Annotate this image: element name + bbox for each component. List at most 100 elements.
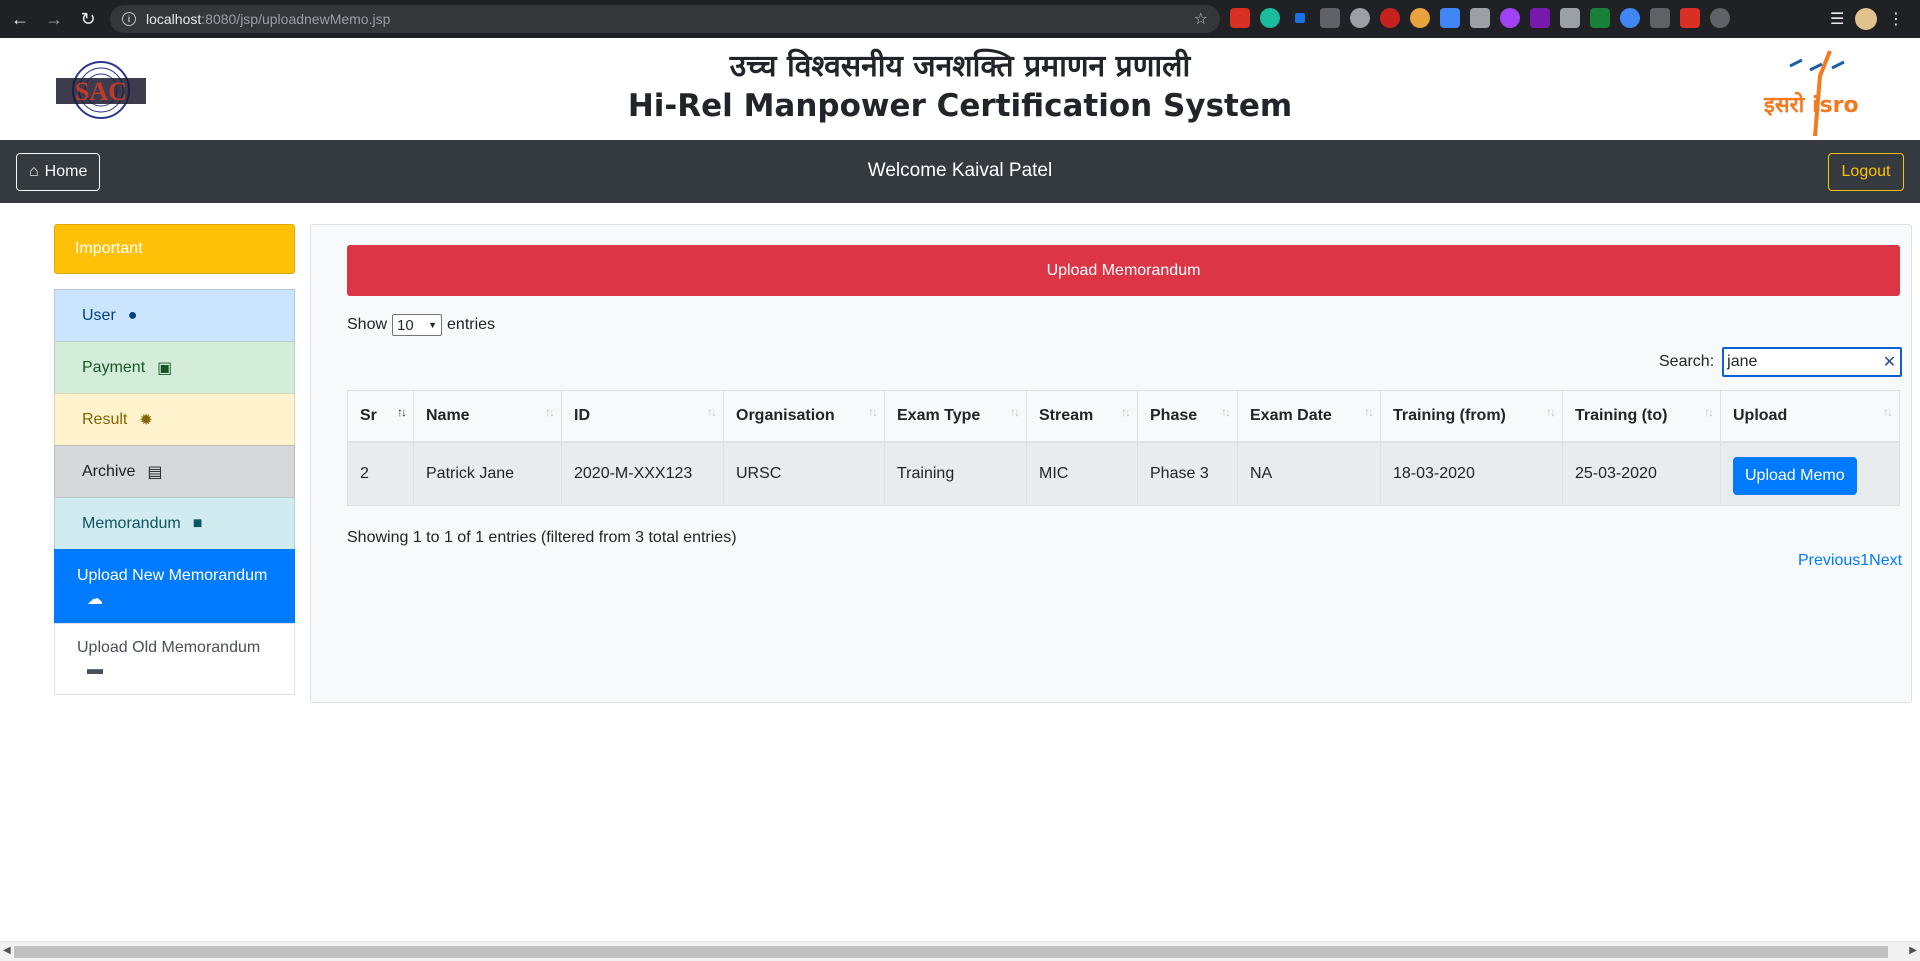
extension-icon[interactable]	[1320, 8, 1340, 28]
bookmark-star-icon[interactable]: ☆	[1194, 9, 1208, 29]
address-bar[interactable]: i localhost:8080/jsp/uploadnewMemo.jsp ☆	[110, 5, 1220, 33]
sticky-note-icon: ■	[192, 514, 203, 532]
sort-icon: ↑↓	[1121, 405, 1131, 419]
sidebar-item-archive[interactable]: Archive ▤	[54, 445, 295, 498]
important-button[interactable]: Important	[54, 224, 295, 274]
extension-icon[interactable]	[1710, 8, 1730, 28]
column-header-training-from[interactable]: Training (from) ↑↓	[1380, 390, 1563, 443]
extension-icon[interactable]	[1620, 8, 1640, 28]
sidebar-item-label: Archive	[82, 462, 136, 480]
sidebar-item-label: Upload New Memorandum	[77, 567, 268, 584]
chevron-down-icon: ▼	[428, 320, 438, 330]
memo-table: Sr ↑↓ Name ↑↓ ID ↑↓ Organisation ↑↓ Exam Typ…	[347, 390, 1900, 506]
archive-icon: ▤	[147, 463, 163, 481]
sort-icon: ↑↓	[397, 405, 407, 419]
sort-icon: ↑↓	[707, 405, 717, 419]
extension-icon[interactable]	[1650, 8, 1670, 28]
cloud-upload-icon: ☁	[87, 591, 103, 608]
extension-icon[interactable]	[1230, 8, 1250, 28]
page-length-value: 10	[397, 316, 414, 334]
upload-memorandum-banner: Upload Memorandum	[347, 245, 1900, 296]
menu-kebab-icon[interactable]: ⋮	[1888, 9, 1904, 29]
cell-name: Patrick Jane	[413, 441, 562, 506]
extension-icon[interactable]	[1295, 13, 1305, 23]
table-row: 2 Patrick Jane 2020-M-XXX123 URSC Traini…	[347, 441, 1900, 506]
page-length-select[interactable]: 10 ▼	[392, 314, 443, 336]
media-control-icon[interactable]: ☰	[1830, 9, 1844, 29]
cookie-icon[interactable]	[1410, 8, 1430, 28]
logout-button[interactable]: Logout	[1828, 153, 1904, 191]
sidebar-item-result[interactable]: Result ✹	[54, 393, 295, 446]
welcome-text: Welcome Kaival Patel	[867, 160, 1053, 181]
column-header-upload[interactable]: Upload ↑↓	[1720, 390, 1900, 443]
cell-exam-type: Training	[884, 441, 1027, 506]
sidebar-item-upload-old-memorandum[interactable]: Upload Old Memorandum ▬	[54, 623, 295, 695]
cell-upload: Upload Memo	[1720, 441, 1900, 506]
certificate-icon: ✹	[139, 411, 153, 429]
show-label: Show	[347, 316, 388, 333]
column-header-id[interactable]: ID ↑↓	[561, 390, 724, 443]
sidebar-item-label: Result	[82, 410, 128, 428]
cell-exam-date: NA	[1237, 441, 1381, 506]
clear-search-icon[interactable]: ✕	[1883, 352, 1896, 372]
search-label: Search:	[1659, 353, 1715, 370]
top-navbar: ⌂ Home Welcome Kaival Patel Logout	[0, 140, 1920, 203]
isro-logo: इसरो isro	[1763, 50, 1859, 137]
onenote-icon[interactable]	[1530, 8, 1550, 28]
extension-icon[interactable]	[1350, 8, 1370, 28]
column-header-exam-type[interactable]: Exam Type ↑↓	[884, 390, 1027, 443]
extension-icon[interactable]	[1470, 8, 1490, 28]
sidebar-item-payment[interactable]: Payment ▣	[54, 341, 295, 394]
profile-avatar[interactable]	[1855, 8, 1877, 30]
scroll-left-icon[interactable]: ◀	[3, 945, 11, 956]
reload-icon[interactable]: ↻	[74, 5, 102, 33]
entries-label: entries	[447, 316, 496, 333]
isro-logo-text: इसरो isro	[1763, 91, 1859, 118]
page-title-hindi: उच्च विश्वसनीय जनशक्ति प्रमाणन प्रणाली	[729, 49, 1191, 84]
sidebar-item-upload-new-memorandum[interactable]: Upload New Memorandum ☁	[54, 549, 295, 624]
extension-icon[interactable]	[1680, 8, 1700, 28]
scroll-right-icon[interactable]: ▶	[1909, 945, 1917, 956]
column-header-stream[interactable]: Stream ↑↓	[1026, 390, 1138, 443]
scrollbar-thumb[interactable]	[14, 946, 1888, 958]
next-page-link[interactable]: Next	[1869, 552, 1902, 570]
sort-icon: ↑↓	[1883, 405, 1893, 419]
column-header-exam-date[interactable]: Exam Date ↑↓	[1237, 390, 1381, 443]
info-icon[interactable]: i	[122, 12, 136, 26]
extensions-bar	[1230, 8, 1730, 28]
column-header-name[interactable]: Name ↑↓	[413, 390, 562, 443]
user-icon: ●	[127, 306, 138, 324]
extension-icon[interactable]	[1590, 8, 1610, 28]
page-link-1[interactable]: 1	[1860, 552, 1869, 570]
column-header-phase[interactable]: Phase ↑↓	[1137, 390, 1238, 443]
back-icon[interactable]: ←	[6, 5, 34, 33]
sidebar-item-label: Memorandum	[82, 514, 181, 532]
money-icon: ▣	[157, 359, 173, 377]
translate-icon[interactable]	[1440, 8, 1460, 28]
table-search: Search: jane ✕	[1659, 347, 1903, 377]
sidebar-item-user[interactable]: User ●	[54, 289, 295, 342]
search-input[interactable]: jane ✕	[1722, 347, 1903, 377]
forward-icon[interactable]: →	[40, 5, 68, 33]
previous-page-link[interactable]: Previous	[1798, 552, 1860, 570]
sidebar-item-memorandum[interactable]: Memorandum ■	[54, 497, 295, 550]
column-header-organisation[interactable]: Organisation ↑↓	[723, 390, 885, 443]
column-header-sr[interactable]: Sr ↑↓	[347, 390, 414, 443]
sort-icon: ↑↓	[545, 405, 555, 419]
pocket-icon[interactable]	[1560, 8, 1580, 28]
pagination: Previous 1 Next	[1798, 552, 1902, 570]
site-header: SAC उच्च विश्वसनीय जनशक्ति प्रमाणन प्रणा…	[0, 38, 1920, 140]
page-title: Hi-Rel Manpower Certification System	[627, 88, 1293, 124]
folder-icon: ▬	[87, 661, 103, 678]
main-panel: Upload Memorandum Show 10 ▼ entries Sear…	[310, 224, 1912, 703]
upload-memo-button[interactable]: Upload Memo	[1733, 456, 1857, 495]
column-header-training-to[interactable]: Training (to) ↑↓	[1562, 390, 1721, 443]
cell-phase: Phase 3	[1137, 441, 1238, 506]
adblock-icon[interactable]	[1380, 8, 1400, 28]
horizontal-scrollbar[interactable]: ◀ ▶	[0, 941, 1920, 961]
sort-icon: ↑↓	[1010, 405, 1020, 419]
browser-toolbar: ← → ↻ i localhost:8080/jsp/uploadnewMemo…	[0, 0, 1920, 38]
sidebar-menu: User ● Payment ▣ Result ✹ Archive ▤ Memo…	[54, 289, 295, 695]
extension-icon[interactable]	[1500, 8, 1520, 28]
extension-icon[interactable]	[1260, 8, 1280, 28]
